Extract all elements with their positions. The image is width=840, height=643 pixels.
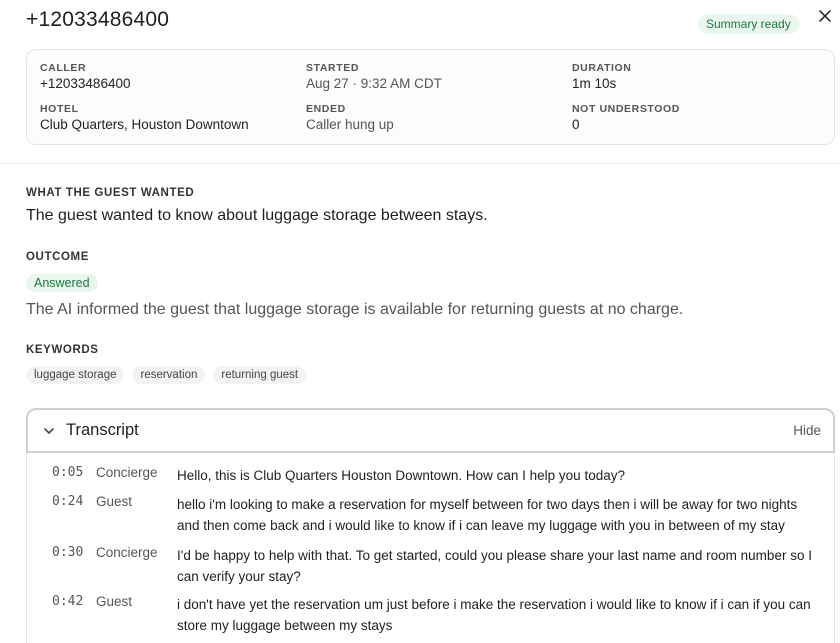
page-title: +12033486400	[26, 8, 170, 31]
ended-label: ENDED	[306, 103, 346, 115]
close-icon[interactable]	[817, 8, 833, 24]
transcript-message: hello i'm looking to make a reservation …	[177, 497, 798, 533]
started-value: Aug 27 · 9:32 AM CDT	[306, 76, 442, 91]
call-header: +12033486400 Summary ready	[26, 8, 840, 48]
transcript-message: Hello, this is Club Quarters Houston Dow…	[177, 468, 625, 483]
hide-transcript-button[interactable]: Hide	[793, 423, 821, 438]
hotel-label: HOTEL	[40, 103, 79, 115]
ended-value: Caller hung up	[306, 117, 394, 132]
duration-label: DURATION	[572, 62, 632, 74]
transcript-message: i don't have yet the reservation um just…	[177, 597, 811, 633]
call-info-card: CALLER +12033486400 HOTEL Club Quarters,…	[26, 49, 835, 145]
ended-field: ENDED Caller hung up	[306, 103, 394, 132]
keywords-label: Keywords	[26, 344, 99, 356]
transcript-speaker: Concierge	[96, 545, 158, 560]
wanted-text: The guest wanted to know about luggage s…	[26, 207, 488, 224]
outcome-badge: Answered	[26, 274, 98, 292]
transcript-timestamp: 0:42	[52, 594, 84, 609]
started-label: STARTED	[306, 62, 360, 74]
outcome-text: The AI informed the guest that luggage s…	[26, 301, 684, 318]
section-divider	[0, 163, 840, 164]
not-understood-field: NOT UNDERSTOOD 0	[572, 103, 680, 132]
transcript-timestamp: 0:05	[52, 465, 84, 480]
transcript-timestamp: 0:24	[52, 494, 84, 509]
transcript-speaker: Guest	[96, 594, 133, 609]
hotel-field: HOTEL Club Quarters, Houston Downtown	[40, 103, 249, 132]
transcript-message: I'd be happy to help with that. To get s…	[177, 548, 812, 584]
status-badge: Summary ready	[698, 14, 799, 34]
transcript-title: Transcript	[66, 421, 139, 439]
caller-value: +12033486400	[40, 76, 131, 91]
not-understood-label: NOT UNDERSTOOD	[572, 103, 680, 115]
keyword-chip: reservation	[132, 366, 206, 384]
chevron-down-icon[interactable]	[42, 424, 56, 438]
wanted-label: What the guest wanted	[26, 187, 195, 199]
transcript-body: 0:05 Concierge Hello, this is Club Quart…	[26, 453, 835, 643]
transcript-speaker: Guest	[96, 494, 133, 509]
caller-label: CALLER	[40, 62, 87, 74]
outcome-label: Outcome	[26, 251, 89, 263]
duration-field: DURATION 1m 10s	[572, 62, 631, 91]
transcript-header[interactable]: Transcript Hide	[26, 408, 835, 453]
keyword-chip: returning guest	[213, 366, 307, 384]
caller-field: CALLER +12033486400	[40, 62, 130, 91]
not-understood-value: 0	[572, 117, 580, 132]
keywords-list: luggage storage reservation returning gu…	[26, 366, 307, 384]
started-field: STARTED Aug 27 · 9:32 AM CDT	[306, 62, 442, 91]
transcript-speaker: Concierge	[96, 465, 158, 480]
duration-value: 1m 10s	[572, 76, 617, 91]
transcript-timestamp: 0:30	[52, 545, 84, 560]
keyword-chip: luggage storage	[26, 366, 125, 384]
hotel-value: Club Quarters, Houston Downtown	[40, 117, 249, 132]
